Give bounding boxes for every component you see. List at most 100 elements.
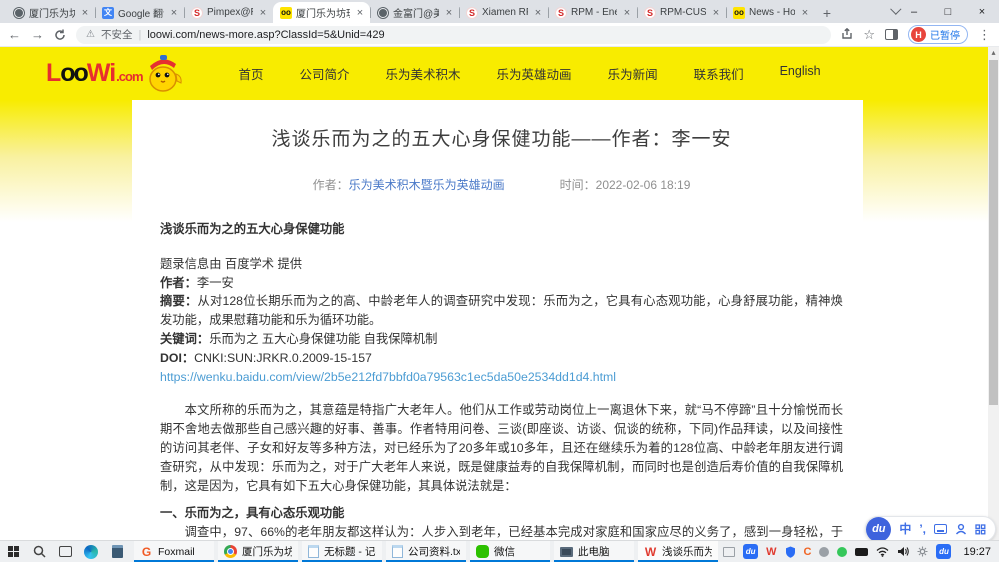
doi-line: DOI：CNKI:SUN:JRKR.0.2009-15-157 xyxy=(160,349,843,368)
notepad-icon xyxy=(392,545,403,558)
url-text[interactable]: loowi.com/news-more.asp?ClassId=5&Unid=4… xyxy=(147,29,384,41)
wifi-icon[interactable] xyxy=(876,547,889,557)
browser-tab-2[interactable]: Google 翻译 × xyxy=(95,2,184,23)
tab-close-icon[interactable]: × xyxy=(79,7,91,19)
flame-c-icon[interactable]: C xyxy=(804,546,812,558)
wps-tray-icon[interactable]: W xyxy=(766,546,776,558)
taskbar-app-foxmail[interactable]: G Foxmail xyxy=(134,541,214,562)
gray-status-icon[interactable] xyxy=(819,547,829,557)
tab-close-icon[interactable]: × xyxy=(354,7,366,19)
reload-icon[interactable] xyxy=(54,29,66,41)
page-scrollbar[interactable]: ▴ xyxy=(988,47,999,540)
nav-item-news[interactable]: 乐为新闻 xyxy=(608,64,658,83)
main-navigation: 首页 公司简介 乐为美术积木 乐为英雄动画 乐为新闻 联系我们 English xyxy=(239,64,821,83)
edge-launcher[interactable] xyxy=(78,541,104,562)
taskbar-app-wechat[interactable]: 微信 xyxy=(470,541,550,562)
rpm-favicon xyxy=(555,7,567,19)
tab-title: 厦门乐为坊玩 xyxy=(29,5,75,20)
ime-menu-grid-icon[interactable] xyxy=(975,524,986,535)
taskbar-search-button[interactable] xyxy=(26,541,52,562)
nav-item-hero-animation[interactable]: 乐为英雄动画 xyxy=(497,64,572,83)
taskbar-app-chrome[interactable]: 厦门乐为坊玩... xyxy=(218,541,298,562)
windows-taskbar: G Foxmail 厦门乐为坊玩... 无标题 - 记事本 公司资料.txt -… xyxy=(0,540,999,562)
browser-tab-3[interactable]: Pimpex@RPM × xyxy=(184,2,273,23)
green-status-icon[interactable] xyxy=(837,547,847,557)
ime-punctuation-icon[interactable]: ’, xyxy=(919,523,926,535)
wenku-link[interactable]: https://wenku.baidu.com/view/2b5e212fd7b… xyxy=(160,370,616,384)
address-bar[interactable]: ⚠ 不安全 | loowi.com/news-more.asp?ClassId=… xyxy=(76,26,831,44)
close-button[interactable]: × xyxy=(965,0,999,23)
minimize-button[interactable]: – xyxy=(897,0,931,23)
ime-soft-keyboard-icon[interactable] xyxy=(934,524,947,534)
new-tab-button[interactable]: + xyxy=(815,2,839,23)
baidu-ime-bar[interactable]: du 中 ’, xyxy=(865,516,996,542)
tab-title: 金富门@美帅 xyxy=(393,5,439,20)
tab-close-icon[interactable]: × xyxy=(799,7,811,19)
browser-tab-6[interactable]: Xiamen RPM × xyxy=(459,2,548,23)
nav-item-english[interactable]: English xyxy=(780,64,821,83)
tab-close-icon[interactable]: × xyxy=(257,7,269,19)
start-button[interactable] xyxy=(0,541,26,562)
tab-close-icon[interactable]: × xyxy=(710,7,722,19)
maximize-button[interactable]: □ xyxy=(931,0,965,23)
tab-close-icon[interactable]: × xyxy=(168,7,180,19)
source-line: 题录信息由 百度学术 提供 xyxy=(160,255,843,274)
browser-toolbar: ← → ⚠ 不安全 | loowi.com/news-more.asp?Clas… xyxy=(0,23,999,47)
ime-account-icon[interactable] xyxy=(955,523,967,535)
loowi-logo[interactable]: LooWi.com xyxy=(46,54,187,94)
calculator-icon xyxy=(112,545,123,558)
browser-tab-4-active[interactable]: 厦门乐为坊玩 × xyxy=(273,2,370,23)
calculator-launcher[interactable] xyxy=(104,541,130,562)
tab-title: Xiamen RPM xyxy=(482,7,528,18)
scroll-up-icon[interactable]: ▴ xyxy=(988,47,999,59)
tab-title: 厦门乐为坊玩 xyxy=(296,5,350,20)
profile-avatar[interactable]: H xyxy=(911,27,926,42)
tab-close-icon[interactable]: × xyxy=(532,7,544,19)
browser-tab-9[interactable]: News - How × xyxy=(726,2,815,23)
tab-title: RPM-CUSTO xyxy=(660,7,706,18)
baidu-ime-tray-icon-2[interactable]: du xyxy=(936,544,951,559)
tab-close-icon[interactable]: × xyxy=(443,7,455,19)
ime-chinese-mode-icon[interactable]: 中 xyxy=(899,523,911,535)
scrollbar-thumb[interactable] xyxy=(989,60,998,405)
loowi-favicon xyxy=(733,7,745,19)
taskbar-app-notepad-untitled[interactable]: 无标题 - 记事本 xyxy=(302,541,382,562)
sync-paused-button[interactable]: H 已暂停 xyxy=(908,25,968,44)
share-icon[interactable] xyxy=(841,28,853,42)
meta-author-link[interactable]: 乐为美术积木暨乐为英雄动画 xyxy=(349,178,505,192)
nav-item-contact[interactable]: 联系我们 xyxy=(694,64,744,83)
baidu-ime-logo-icon[interactable]: du xyxy=(866,517,891,542)
camera-icon[interactable] xyxy=(855,548,868,556)
nav-item-company-intro[interactable]: 公司简介 xyxy=(300,64,350,83)
taskbar-clock[interactable]: 19:27 xyxy=(963,546,991,558)
ime-status-icon[interactable] xyxy=(723,547,735,557)
citation-block: 题录信息由 百度学术 提供 作者：李一安 摘要：从对128位长期乐而为之的高、中… xyxy=(160,255,843,387)
taskbar-app-this-pc[interactable]: 此电脑 xyxy=(554,541,634,562)
wps-icon: W xyxy=(644,545,657,558)
edge-icon xyxy=(84,545,98,559)
forward-icon[interactable]: → xyxy=(31,28,44,41)
gear-icon[interactable] xyxy=(917,546,928,557)
browser-tab-8[interactable]: RPM-CUSTO × xyxy=(637,2,726,23)
web-page: LooWi.com 首页 公司简介 乐为美术积木 乐为英雄动画 xyxy=(0,47,999,540)
browser-tab-1[interactable]: 厦门乐为坊玩 × xyxy=(6,2,95,23)
baidu-ime-tray-icon[interactable]: du xyxy=(743,544,758,559)
nav-item-art-blocks[interactable]: 乐为美术积木 xyxy=(386,64,461,83)
bookmark-star-icon[interactable]: ☆ xyxy=(863,28,875,41)
globe-favicon xyxy=(377,7,389,19)
browser-tab-7[interactable]: RPM - Energ × xyxy=(548,2,637,23)
loowi-logo-text: LooWi.com xyxy=(46,59,143,88)
not-secure-warning-icon[interactable]: ⚠ xyxy=(86,29,95,40)
nav-item-home[interactable]: 首页 xyxy=(239,64,264,83)
taskbar-app-wps[interactable]: W 浅谈乐而为之... xyxy=(638,541,718,562)
side-panel-icon[interactable] xyxy=(885,29,898,40)
tab-close-icon[interactable]: × xyxy=(621,7,633,19)
shield-icon[interactable] xyxy=(785,546,796,558)
browser-menu-icon[interactable]: ⋮ xyxy=(978,28,991,41)
not-secure-label: 不安全 xyxy=(101,27,133,42)
taskbar-app-notepad-company[interactable]: 公司资料.txt -... xyxy=(386,541,466,562)
back-icon[interactable]: ← xyxy=(8,28,21,41)
browser-tab-5[interactable]: 金富门@美帅 × xyxy=(370,2,459,23)
task-view-button[interactable] xyxy=(52,541,78,562)
volume-icon[interactable] xyxy=(897,546,909,557)
